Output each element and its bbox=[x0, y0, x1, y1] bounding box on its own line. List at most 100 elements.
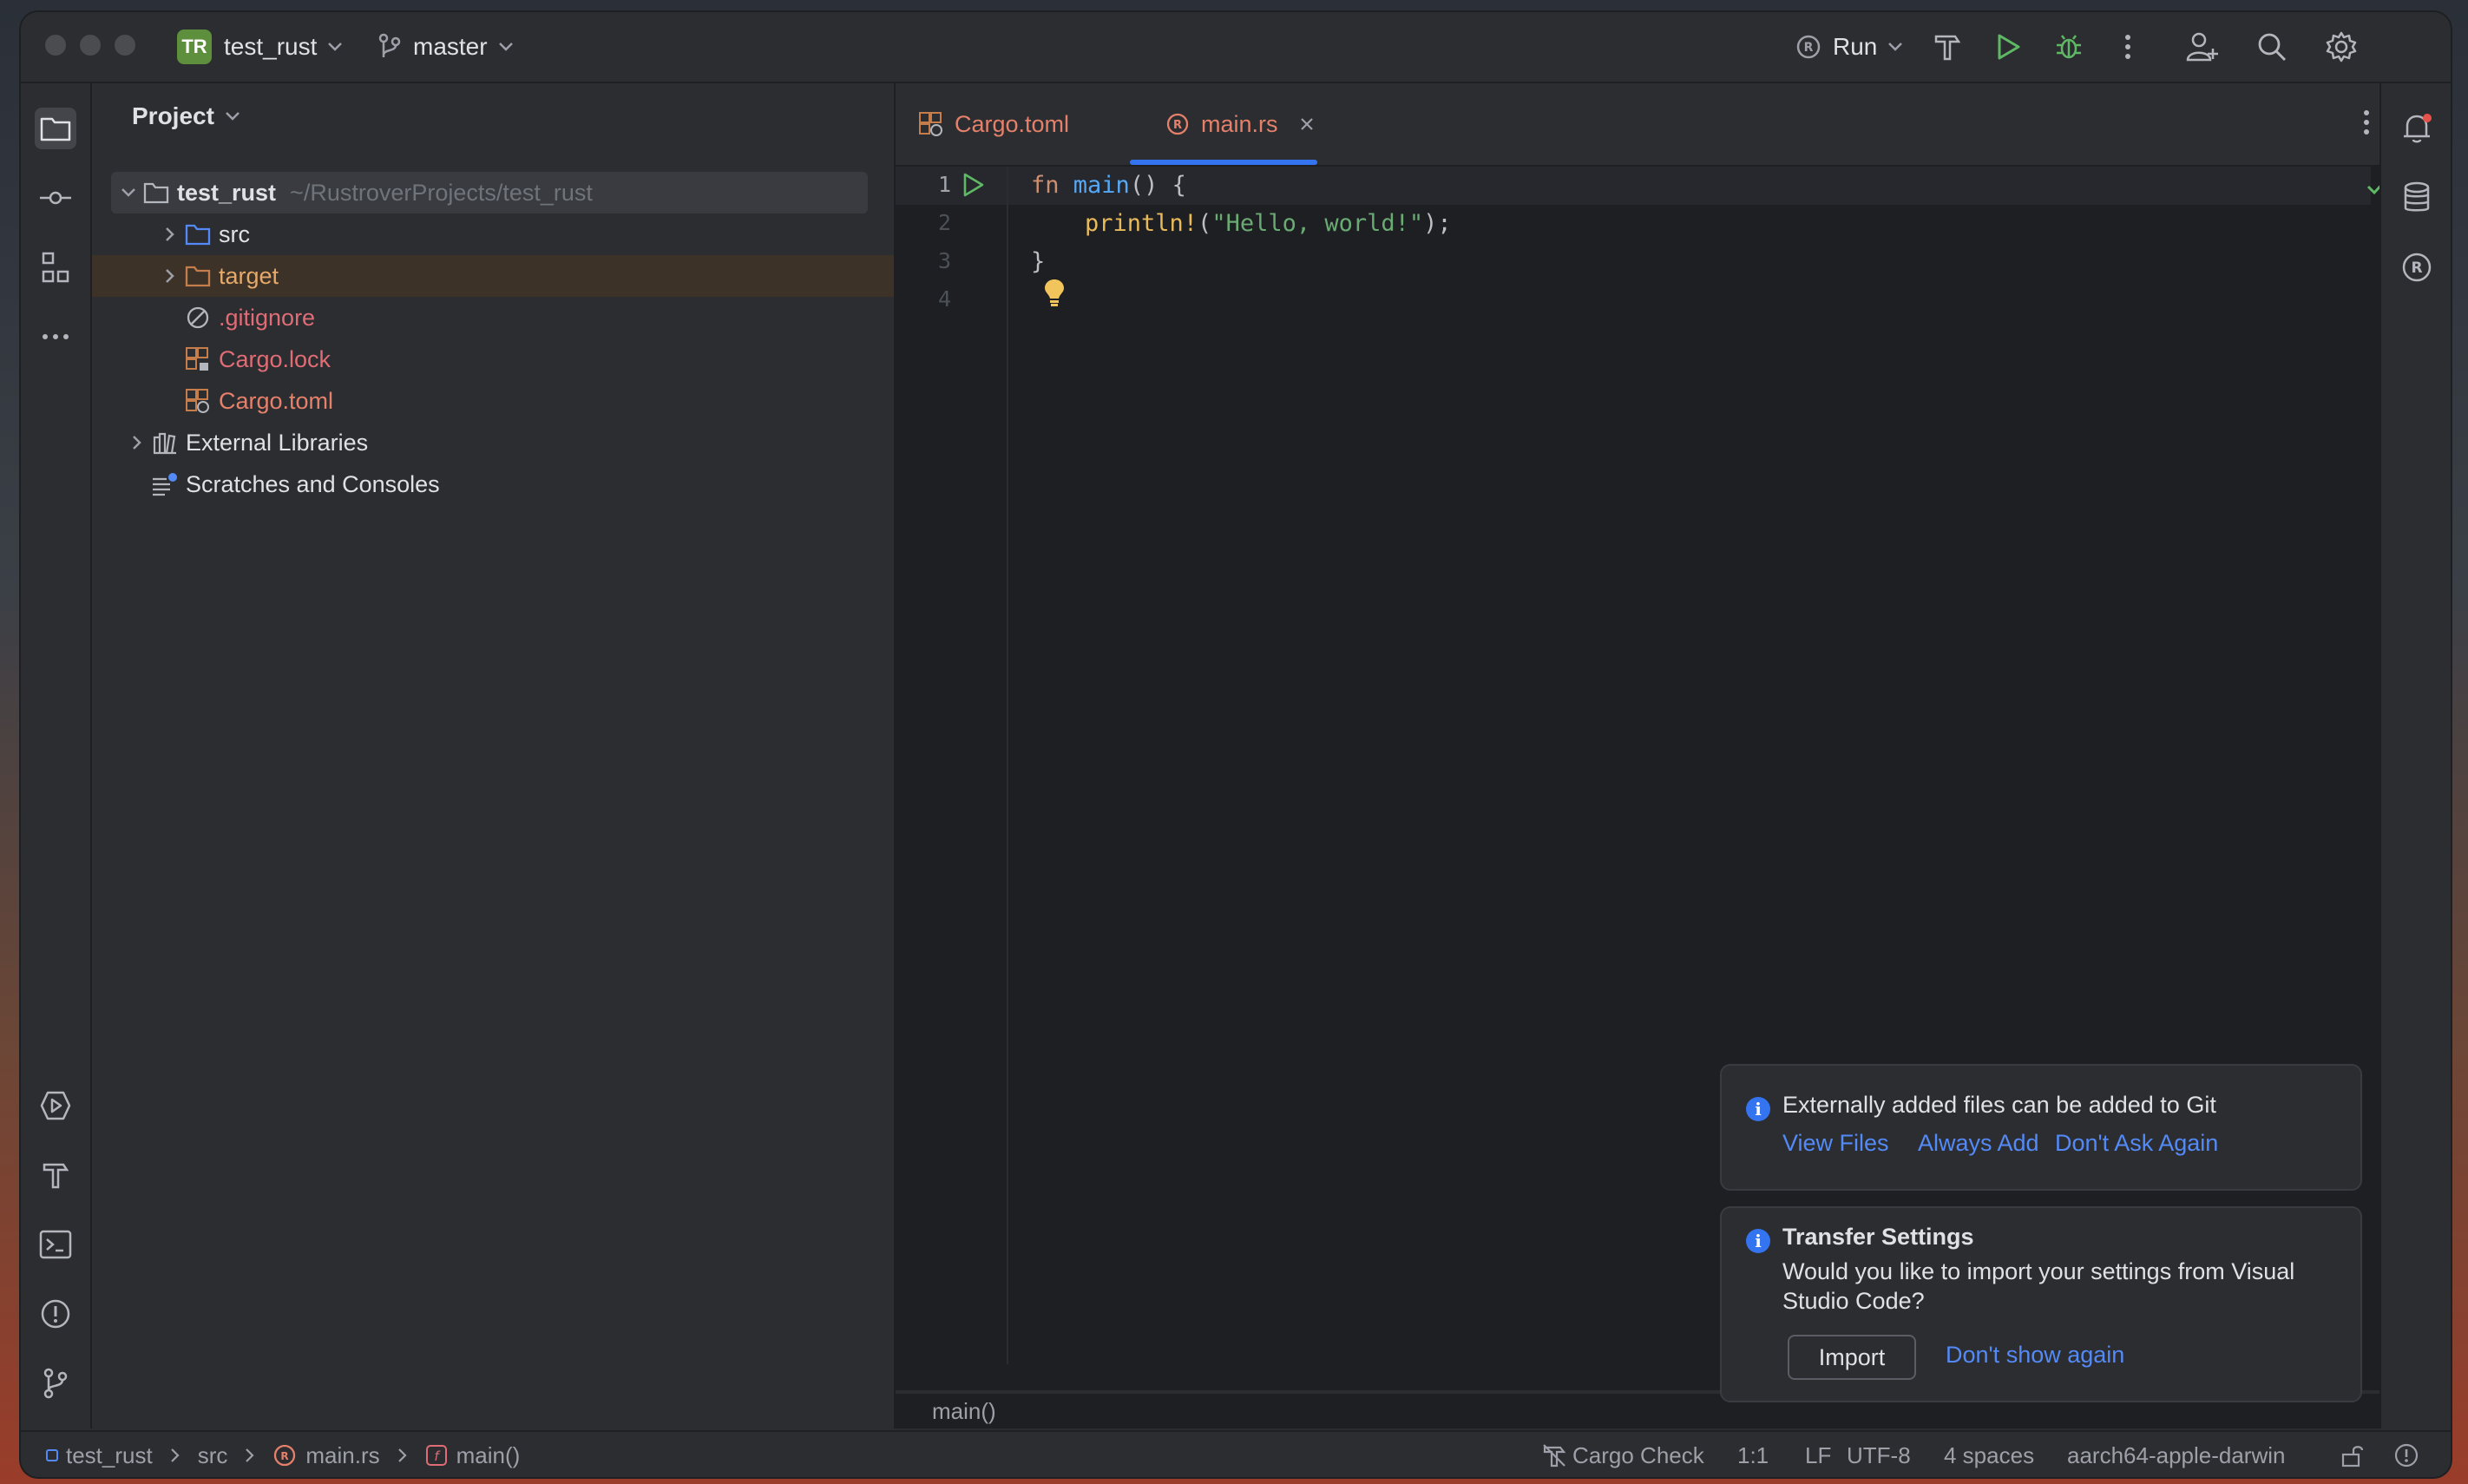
project-switcher[interactable]: TR test_rust bbox=[177, 12, 343, 82]
status-bar: test_rust src R main.rs f main() Cargo C… bbox=[21, 1430, 2451, 1477]
right-tool-strip: R bbox=[2379, 83, 2451, 1428]
code-with-me-button[interactable] bbox=[2182, 26, 2223, 68]
tree-item-external-libraries[interactable]: External Libraries bbox=[92, 422, 894, 463]
caret-position[interactable]: 1:1 bbox=[1737, 1432, 1769, 1477]
tree-item-target[interactable]: target bbox=[92, 255, 894, 297]
search-button[interactable] bbox=[2251, 26, 2293, 68]
dont-ask-again-link[interactable]: Don't Ask Again bbox=[2055, 1130, 2218, 1157]
cargo-toml-icon bbox=[919, 112, 942, 136]
tree-item-label: src bbox=[219, 220, 250, 247]
rust-icon: R bbox=[2402, 253, 2432, 282]
unlock-icon bbox=[2341, 1446, 2364, 1468]
tree-item-scratches[interactable]: Scratches and Consoles bbox=[92, 463, 894, 505]
rust-tool-button[interactable]: R bbox=[2396, 246, 2438, 288]
left-tool-strip bbox=[21, 83, 92, 1428]
tree-item-label: External Libraries bbox=[186, 429, 369, 456]
git-tool-button[interactable] bbox=[35, 1363, 76, 1404]
module-icon bbox=[46, 1449, 58, 1461]
play-icon bbox=[1998, 34, 2020, 60]
readonly-toggle[interactable] bbox=[2340, 1432, 2364, 1477]
tree-item-gitignore[interactable]: .gitignore bbox=[92, 297, 894, 338]
import-button[interactable]: Import bbox=[1788, 1335, 1916, 1380]
gutter-run-button[interactable] bbox=[962, 172, 986, 202]
code-punct: ( bbox=[1198, 210, 1212, 237]
line-number: 3 bbox=[937, 248, 951, 273]
transfer-settings-notification: i Transfer Settings Would you like to im… bbox=[1720, 1206, 2362, 1402]
target-triple[interactable]: aarch64-apple-darwin bbox=[2067, 1432, 2285, 1477]
svg-text:R: R bbox=[281, 1450, 289, 1462]
tab-actions-button[interactable] bbox=[2362, 108, 2371, 141]
crumb-file[interactable]: main.rs bbox=[305, 1442, 379, 1469]
ide-window: TR test_rust master R Run Project test_r… bbox=[21, 12, 2451, 1477]
problems-tool-button[interactable] bbox=[35, 1293, 76, 1335]
cargo-check-widget[interactable]: Cargo Check bbox=[1541, 1432, 1704, 1477]
cargo-check-label: Cargo Check bbox=[1572, 1441, 1704, 1468]
minimize-window-button[interactable] bbox=[80, 35, 101, 56]
function-icon: f bbox=[425, 1445, 447, 1466]
crumb-src[interactable]: src bbox=[198, 1442, 228, 1469]
database-tool-button[interactable] bbox=[2396, 177, 2438, 219]
branch-switcher[interactable]: master bbox=[377, 12, 514, 82]
run-button[interactable] bbox=[1987, 26, 2029, 68]
transfer-settings-message-line1: Would you like to import your settings f… bbox=[1782, 1258, 2295, 1284]
chevron-right-icon bbox=[170, 1448, 180, 1462]
tab-main-rs[interactable]: R main.rs bbox=[1165, 83, 1315, 165]
code-punct: ); bbox=[1423, 210, 1452, 237]
settings-button[interactable] bbox=[2320, 26, 2362, 68]
structure-tool-button[interactable] bbox=[35, 246, 76, 288]
more-actions-button[interactable] bbox=[2107, 26, 2149, 68]
cargo-toml-icon bbox=[182, 388, 213, 414]
project-tool-button[interactable] bbox=[35, 108, 76, 149]
debug-button[interactable] bbox=[2048, 26, 2090, 68]
always-add-link[interactable]: Always Add bbox=[1918, 1130, 2039, 1157]
build-tool-button[interactable] bbox=[35, 1154, 76, 1196]
commit-tool-button[interactable] bbox=[35, 177, 76, 219]
tab-cargo-toml[interactable]: Cargo.toml bbox=[918, 83, 1069, 165]
build-button[interactable] bbox=[1926, 26, 1968, 68]
project-view-selector[interactable]: Project bbox=[132, 102, 240, 130]
hammer-icon bbox=[43, 1163, 69, 1189]
code-line-3: } bbox=[1031, 248, 1046, 275]
tree-item-src[interactable]: src bbox=[92, 213, 894, 255]
run-config-selector[interactable]: R Run bbox=[1795, 12, 1903, 82]
tree-item-cargo-toml[interactable]: Cargo.toml bbox=[92, 380, 894, 422]
transfer-settings-title: Transfer Settings bbox=[1782, 1224, 1974, 1250]
play-icon bbox=[963, 173, 984, 197]
chevron-right-icon[interactable] bbox=[158, 227, 182, 242]
file-encoding[interactable]: UTF-8 bbox=[1847, 1432, 1911, 1477]
tab-label: Cargo.toml bbox=[955, 110, 1070, 137]
svg-text:f: f bbox=[434, 1448, 441, 1464]
indent-setting[interactable]: 4 spaces bbox=[1944, 1432, 2034, 1477]
problems-indicator[interactable] bbox=[2393, 1432, 2419, 1477]
view-files-link[interactable]: View Files bbox=[1782, 1130, 1889, 1157]
more-tools-button[interactable] bbox=[35, 316, 76, 358]
tree-root-test-rust[interactable]: test_rust ~/RustroverProjects/test_rust bbox=[111, 172, 868, 213]
close-tab-icon[interactable] bbox=[1299, 116, 1315, 132]
crumb-project[interactable]: test_rust bbox=[66, 1442, 153, 1469]
chevron-down-icon bbox=[498, 43, 513, 51]
intention-bulb-button[interactable] bbox=[1043, 278, 1066, 312]
close-window-button[interactable] bbox=[45, 35, 66, 56]
line-ending[interactable]: LF bbox=[1805, 1432, 1831, 1477]
excluded-folder-icon bbox=[182, 265, 213, 287]
tree-item-cargo-lock[interactable]: Cargo.lock bbox=[92, 338, 894, 380]
services-tool-button[interactable] bbox=[35, 1085, 76, 1126]
dont-show-again-link[interactable]: Don't show again bbox=[1946, 1342, 2124, 1369]
git-notification-message: Externally added files can be added to G… bbox=[1782, 1092, 2216, 1118]
crumb-function[interactable]: main() bbox=[456, 1442, 521, 1469]
tree-item-label: Cargo.lock bbox=[219, 345, 331, 372]
ignore-file-icon bbox=[182, 305, 213, 330]
warning-circle-icon bbox=[2394, 1443, 2419, 1468]
maximize-window-button[interactable] bbox=[115, 35, 135, 56]
chevron-down-icon[interactable] bbox=[116, 187, 141, 198]
tree-item-label: target bbox=[219, 262, 279, 289]
chevron-right-icon[interactable] bbox=[125, 435, 149, 450]
string-literal: "Hello, world!" bbox=[1211, 210, 1424, 237]
editor-tabs: Cargo.toml R main.rs bbox=[896, 83, 2402, 167]
keyword-fn: fn bbox=[1031, 172, 1060, 199]
editor-gutter: 1 2 3 4 bbox=[896, 167, 1008, 1364]
notifications-button[interactable] bbox=[2396, 108, 2438, 149]
terminal-tool-button[interactable] bbox=[35, 1224, 76, 1265]
more-vertical-icon bbox=[2364, 110, 2369, 135]
chevron-right-icon[interactable] bbox=[158, 268, 182, 284]
